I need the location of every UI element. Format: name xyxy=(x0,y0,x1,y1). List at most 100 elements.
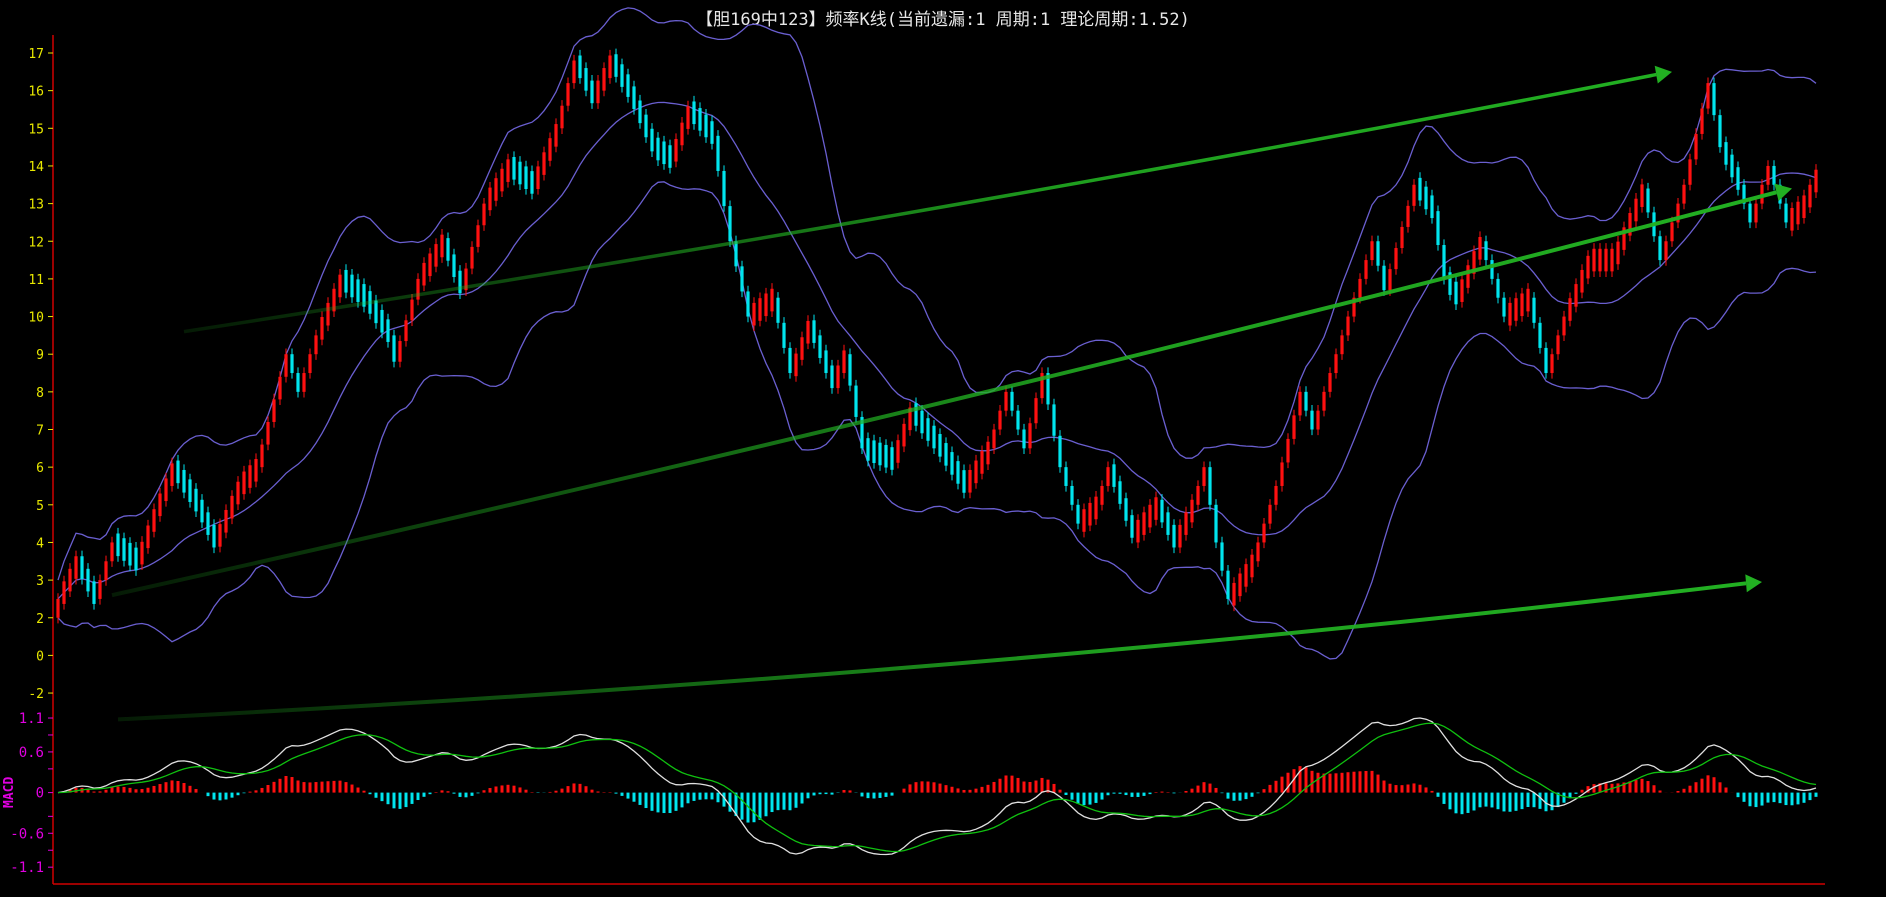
candle-up xyxy=(1574,284,1578,307)
candle-up xyxy=(410,299,414,321)
candle-up xyxy=(992,429,996,449)
candle-up xyxy=(1664,241,1668,261)
candle-down xyxy=(848,354,852,386)
candle-down xyxy=(446,238,450,261)
candle-up xyxy=(110,542,114,562)
candle-down xyxy=(200,499,204,523)
candle-down xyxy=(728,206,732,242)
y-tick-label: 15 xyxy=(28,122,44,137)
candle-up xyxy=(980,451,984,474)
y-tick-label: 16 xyxy=(28,85,44,100)
candle-down xyxy=(638,100,642,124)
y-tick-label: 3 xyxy=(36,574,44,589)
candle-down xyxy=(1208,467,1212,505)
y-tick-label: 4 xyxy=(36,536,44,551)
chart-canvas: 17 16 15 14 13 12 11 10 9 8 7 6 5 4 3 2 0 -2 1.1 0.6 0 -0.6 -1… xyxy=(2,7,1825,885)
trend-arrow-line xyxy=(111,190,1777,598)
candle-up xyxy=(1136,519,1140,543)
candle-up xyxy=(1280,462,1284,486)
candle-down xyxy=(920,410,924,434)
candle-up xyxy=(152,509,156,532)
candle-down xyxy=(1454,281,1458,305)
candle-up xyxy=(968,469,972,493)
candle-up xyxy=(560,105,564,129)
candle-up xyxy=(1610,248,1614,272)
candle-up xyxy=(1802,195,1806,219)
candle-down xyxy=(926,418,930,441)
candle-up xyxy=(1268,504,1272,524)
candle-down xyxy=(1502,297,1506,317)
candle-up xyxy=(608,55,612,79)
y-tick-label: -2 xyxy=(28,687,44,702)
candle-down xyxy=(122,538,126,561)
candle-up xyxy=(74,556,78,579)
candle-down xyxy=(626,74,630,97)
candle-down xyxy=(212,524,216,548)
candle-down xyxy=(116,533,120,557)
candle-up xyxy=(56,598,60,618)
candle-up xyxy=(680,122,684,146)
candle-down xyxy=(620,64,624,87)
candle-down xyxy=(866,438,870,461)
candle-up xyxy=(1790,207,1794,231)
candle-down xyxy=(1484,241,1488,261)
candle-down xyxy=(1418,177,1422,201)
candle-up xyxy=(1388,269,1392,291)
y-tick-label: 10 xyxy=(28,311,44,326)
candle-up xyxy=(272,399,276,422)
candle-down xyxy=(1430,195,1434,219)
y-tick-label: 17 xyxy=(28,47,44,62)
candle-up xyxy=(842,350,846,374)
candle-down xyxy=(374,300,378,324)
candle-up xyxy=(1796,201,1800,225)
candle-up xyxy=(1616,241,1620,265)
candle-up xyxy=(476,225,480,247)
candle-up xyxy=(836,365,840,389)
candle-up xyxy=(158,493,162,517)
candle-up xyxy=(1634,198,1638,222)
candle-down xyxy=(668,145,672,168)
candle-down xyxy=(740,266,744,292)
candle-up xyxy=(314,335,318,355)
candle-up xyxy=(428,253,432,277)
candle-up xyxy=(758,298,762,321)
candle-down xyxy=(1538,322,1542,348)
candle-down xyxy=(1052,404,1056,436)
candle-up xyxy=(1586,255,1590,279)
candle-up xyxy=(242,471,246,495)
candle-up xyxy=(1088,502,1092,526)
candle-up xyxy=(1562,316,1566,336)
candle-down xyxy=(518,161,522,185)
candle-down xyxy=(746,291,750,317)
candle-down xyxy=(1064,467,1068,486)
candle-up xyxy=(800,337,804,360)
candle-up xyxy=(494,178,498,201)
candle-down xyxy=(698,108,702,131)
candle-up xyxy=(236,481,240,505)
candle-up xyxy=(1082,509,1086,532)
candle-down xyxy=(1070,485,1074,505)
candle-up xyxy=(902,423,906,447)
y-tick-label: 9 xyxy=(36,348,44,363)
candle-down xyxy=(710,121,714,144)
candle-up xyxy=(1526,288,1530,312)
candle-up xyxy=(764,293,768,317)
y-tick-label: 7 xyxy=(36,424,44,439)
candle-down xyxy=(1784,203,1788,223)
candle-down xyxy=(1130,515,1134,538)
candle-up xyxy=(1322,391,1326,411)
candle-up xyxy=(1550,354,1554,374)
candle-up xyxy=(1406,205,1410,227)
candle-up xyxy=(1334,354,1338,374)
candle-up xyxy=(986,441,990,465)
candle-down xyxy=(1022,429,1026,449)
candle-up xyxy=(1640,184,1644,207)
candle-up xyxy=(254,458,258,482)
candle-up xyxy=(164,478,168,502)
candle-down xyxy=(392,335,396,362)
candle-down xyxy=(1736,167,1740,190)
candle-down xyxy=(188,479,192,502)
candle-down xyxy=(134,547,138,571)
candle-down xyxy=(1424,186,1428,210)
candle-down xyxy=(524,166,528,190)
